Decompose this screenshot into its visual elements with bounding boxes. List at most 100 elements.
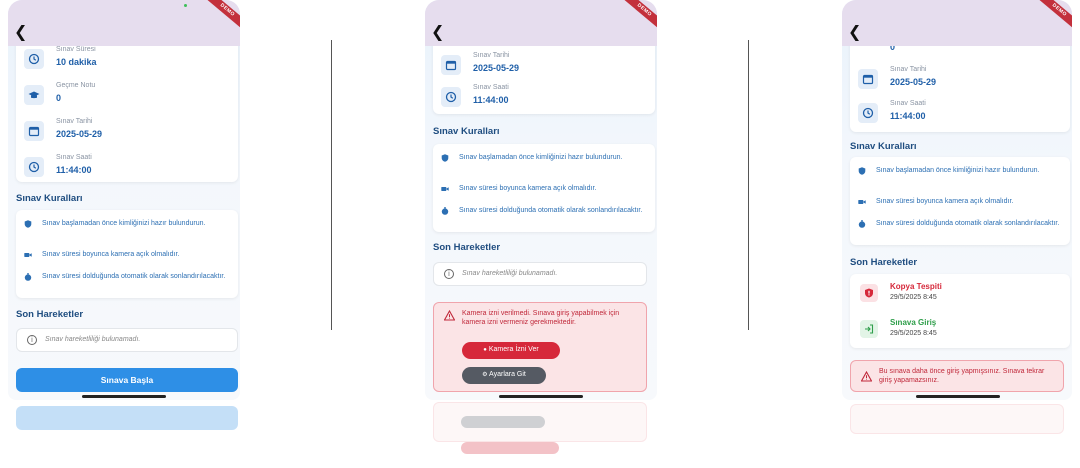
activity-item: Sınava Giriş 29/5/2025 8:45	[850, 316, 1070, 346]
already-entered-alert: Bu sınava daha önce giriş yapmışsınız. S…	[850, 360, 1064, 392]
rule-text: Sınav başlamadan önce kimliğinizi hazır …	[876, 167, 1040, 174]
recent-title: Son Hareketler	[16, 309, 84, 320]
pass-row: Geçme Notu 0	[16, 82, 238, 112]
time-label: Sınav Saati	[890, 100, 926, 107]
rule-text: Sınav başlamadan önce kimliğinizi hazır …	[42, 220, 206, 227]
time-row: Sınav Saati 11:44:00	[16, 154, 238, 184]
warning-icon	[444, 310, 455, 321]
login-icon	[860, 320, 878, 338]
time-value: 11:44:00	[473, 95, 509, 105]
phone-reflection	[8, 402, 240, 468]
status-dot	[184, 4, 187, 7]
pass-value: 0	[56, 93, 62, 103]
phone-screen-1: ❮ DEMO Sınav Süresi 10 dakika Geçme Notu…	[8, 0, 240, 400]
date-label: Sınav Tarihi	[473, 52, 510, 59]
recent-title: Son Hareketler	[433, 242, 501, 253]
time-value: 11:44:00	[890, 111, 926, 121]
rule-item: Sınav süresi dolduğunda otomatik olarak …	[858, 219, 1062, 228]
clock-icon	[24, 49, 44, 69]
rule-item: Sınav süresi boyunca kamera açık olmalıd…	[441, 184, 647, 193]
back-button[interactable]: ❮	[14, 22, 27, 41]
activity-item: Kopya Tespiti 29/5/2025 8:45	[850, 280, 1070, 310]
open-settings-label: Ayarlara Git	[489, 371, 526, 378]
camera-permission-alert: Kamera izni verilmedi. Sınava giriş yapa…	[433, 302, 647, 392]
divider	[331, 40, 332, 330]
rule-item: Sınav başlamadan önce kimliğinizi hazır …	[441, 153, 647, 162]
recent-title: Son Hareketler	[850, 257, 918, 268]
open-settings-button[interactable]: ⚙ Ayarlara Git	[462, 367, 546, 384]
phone-reflection	[425, 402, 657, 468]
calendar-icon	[24, 121, 44, 141]
clock-icon	[858, 103, 878, 123]
camera-alert-text: Kamera izni verilmedi. Sınava giriş yapa…	[462, 310, 620, 326]
settings-icon: ⚙	[482, 372, 488, 378]
rule-text: Sınav süresi boyunca kamera açık olmalıd…	[459, 185, 597, 192]
camera-icon: ●	[483, 347, 487, 353]
app-bar: ❮ DEMO	[842, 0, 1072, 46]
start-exam-button[interactable]: Sınava Başla	[16, 368, 238, 392]
shield-check-icon	[441, 154, 449, 162]
duration-row: Sınav Süresi 10 dakika	[16, 46, 238, 76]
graduation-cap-icon	[24, 85, 44, 105]
rule-text: Sınav süresi boyunca kamera açık olmalıd…	[876, 198, 1014, 205]
date-label: Sınav Tarihi	[890, 66, 927, 73]
rule-text: Sınav süresi dolduğunda otomatik olarak …	[459, 207, 643, 214]
date-row: Sınav Tarihi 2025-05-29	[433, 52, 655, 82]
time-label: Sınav Saati	[56, 154, 92, 161]
duration-label: Sınav Süresi	[56, 46, 96, 53]
time-label: Sınav Saati	[473, 84, 509, 91]
time-value: 11:44:00	[56, 165, 92, 175]
date-value: 2025-05-29	[890, 77, 937, 87]
rule-item: Sınav başlamadan önce kimliğinizi hazır …	[858, 166, 1062, 175]
calendar-icon	[858, 69, 878, 89]
rules-title: Sınav Kuralları	[850, 141, 917, 152]
activity-time: 29/5/2025 8:45	[890, 294, 937, 301]
recent-empty-box: i Sınav hareketliliği bulunamadı.	[16, 328, 238, 352]
app-bar: ❮ DEMO	[8, 0, 240, 46]
recent-empty-text: Sınav hareketliliği bulunamadı.	[462, 270, 558, 277]
back-button[interactable]: ❮	[848, 22, 861, 41]
home-indicator	[916, 395, 1000, 398]
date-row: Sınav Tarihi 2025-05-29	[16, 118, 238, 148]
rule-item: Sınav süresi boyunca kamera açık olmalıd…	[858, 197, 1062, 206]
calendar-icon	[441, 55, 461, 75]
activity-title: Sınava Giriş	[890, 318, 937, 327]
phone-screen-2: ❮ DEMO Sınav Tarihi 2025-05-29 Sınav Saa…	[425, 0, 657, 400]
activity-title: Kopya Tespiti	[890, 282, 942, 291]
time-row: Sınav Saati 11:44:00	[433, 84, 655, 114]
screenshot-stage: ❮ DEMO Sınav Süresi 10 dakika Geçme Notu…	[0, 0, 1080, 468]
activity-time: 29/5/2025 8:45	[890, 330, 937, 337]
grant-camera-button[interactable]: ● Kamera İzni Ver	[462, 342, 560, 359]
home-indicator	[499, 395, 583, 398]
warning-icon	[861, 371, 872, 382]
demo-badge: DEMO	[1033, 0, 1072, 33]
camera-icon	[858, 200, 866, 204]
exam-info-card: Sınav Tarihi 2025-05-29 Sınav Saati 11:4…	[433, 36, 655, 114]
demo-badge: DEMO	[618, 0, 657, 33]
rule-item: Sınav süresi dolduğunda otomatik olarak …	[441, 206, 647, 215]
back-button[interactable]: ❮	[431, 22, 444, 41]
timer-icon	[858, 220, 866, 228]
rules-title: Sınav Kuralları	[16, 193, 83, 204]
recent-activity-card: Kopya Tespiti 29/5/2025 8:45 Sınava Giri…	[850, 274, 1070, 348]
recent-empty-box: i Sınav hareketliliği bulunamadı.	[433, 262, 647, 286]
time-row: Sınav Saati 11:44:00	[850, 100, 1070, 130]
rules-card: Sınav başlamadan önce kimliğinizi hazır …	[433, 144, 655, 232]
clock-icon	[24, 157, 44, 177]
rules-card: Sınav başlamadan önce kimliğinizi hazır …	[16, 210, 238, 298]
rule-text: Sınav süresi dolduğunda otomatik olarak …	[42, 273, 226, 280]
app-bar: ❮ DEMO	[425, 0, 657, 46]
rule-text: Sınav başlamadan önce kimliğinizi hazır …	[459, 154, 623, 161]
clock-icon	[441, 87, 461, 107]
divider	[748, 40, 749, 330]
timer-icon	[24, 273, 32, 281]
date-label: Sınav Tarihi	[56, 118, 93, 125]
shield-check-icon	[24, 220, 32, 228]
exam-info-card: 0 Sınav Tarihi 2025-05-29 Sınav Saati 11…	[850, 36, 1070, 132]
demo-badge: DEMO	[201, 0, 240, 33]
grant-camera-label: Kamera İzni Ver	[488, 346, 539, 353]
rule-text: Sınav süresi boyunca kamera açık olmalıd…	[42, 251, 180, 258]
duration-value: 10 dakika	[56, 57, 97, 67]
camera-icon	[24, 253, 32, 257]
pass-label: Geçme Notu	[56, 82, 96, 89]
